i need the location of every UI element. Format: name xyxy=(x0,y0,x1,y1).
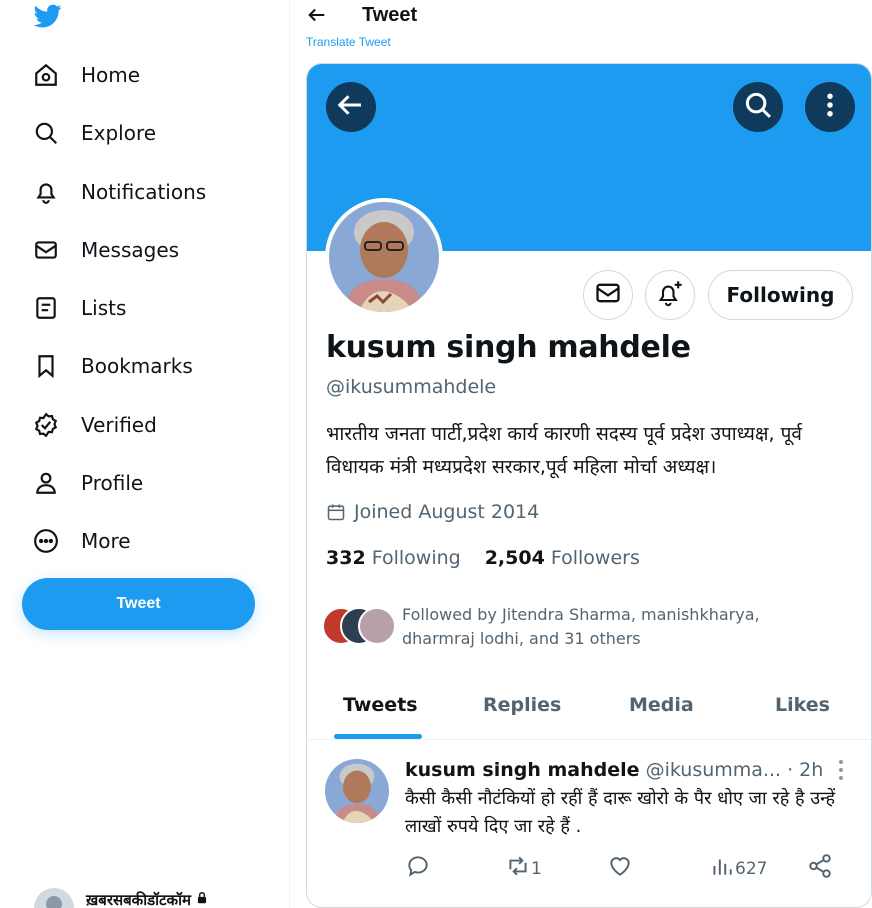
following-button[interactable]: Following xyxy=(708,270,853,320)
calendar-icon xyxy=(326,502,346,522)
profile-avatar[interactable] xyxy=(325,198,443,316)
retweet-icon xyxy=(505,853,531,884)
avatar xyxy=(34,888,74,908)
profile-tabs: Tweets Replies Media Likes xyxy=(307,674,871,740)
heart-icon xyxy=(607,853,633,884)
tab-tweets[interactable]: Tweets xyxy=(343,694,418,716)
tweet-text: कैसी कैसी नौटंकियों हो रहीं हैं दारू खोर… xyxy=(405,788,836,837)
sidebar-item-messages[interactable]: Messages xyxy=(30,230,179,270)
list-icon xyxy=(30,292,62,324)
views-button[interactable]: 627 xyxy=(709,853,767,884)
sidebar-item-profile[interactable]: Profile xyxy=(30,463,143,503)
more-circle-icon xyxy=(30,525,62,557)
followers-count: 2,504 xyxy=(484,547,545,569)
tab-likes[interactable]: Likes xyxy=(775,694,830,716)
back-arrow-icon xyxy=(336,90,366,125)
sidebar-item-label: Explore xyxy=(81,121,157,145)
sidebar-item-home[interactable]: Home xyxy=(30,55,140,95)
avatar xyxy=(358,607,396,645)
following-label: Following xyxy=(371,547,461,569)
sidebar-item-verified[interactable]: Verified xyxy=(30,405,157,445)
sidebar-item-label: More xyxy=(81,529,131,553)
share-button[interactable] xyxy=(807,853,833,884)
avatar[interactable] xyxy=(325,759,389,823)
profile-bio: भारतीय जनता पार्टी,प्रदेश कार्य कारणी सद… xyxy=(326,423,802,478)
lock-icon xyxy=(195,891,209,908)
sidebar-item-label: Profile xyxy=(81,471,144,495)
reply-button[interactable] xyxy=(405,853,431,884)
follow-counts: 332 Following 2,504 Followers xyxy=(326,547,640,569)
account-name: ख़बरसबकीडॉटकॉम xyxy=(86,892,191,908)
tweet-time[interactable]: · 2h xyxy=(787,759,823,781)
reply-icon xyxy=(405,853,431,884)
bell-icon xyxy=(30,176,62,208)
more-vertical-icon xyxy=(815,90,845,125)
tweet-actions: 1 627 xyxy=(405,853,845,883)
envelope-icon xyxy=(30,234,62,266)
envelope-icon xyxy=(594,279,622,312)
retweet-count: 1 xyxy=(531,858,542,879)
account-switcher[interactable]: ख़बरसबकीडॉटकॉम xyxy=(34,888,209,908)
sidebar-item-label: Notifications xyxy=(81,180,207,204)
tab-replies[interactable]: Replies xyxy=(483,694,561,716)
tab-media[interactable]: Media xyxy=(629,694,694,716)
person-icon xyxy=(30,467,62,499)
sidebar-item-label: Messages xyxy=(81,238,180,262)
followed-by[interactable]: Followed by Jitendra Sharma, manishkhary… xyxy=(322,603,802,651)
twitter-bird-icon[interactable] xyxy=(33,2,63,30)
share-icon xyxy=(807,853,833,884)
followers-count-link[interactable]: 2,504 Followers xyxy=(485,547,640,569)
profile-name: kusum singh mahdele xyxy=(326,330,691,365)
profile-photo xyxy=(329,202,439,312)
home-icon xyxy=(30,59,62,91)
verified-badge-icon xyxy=(30,409,62,441)
notify-button[interactable] xyxy=(645,270,695,320)
search-icon xyxy=(743,90,773,125)
following-count-link[interactable]: 332 Following xyxy=(326,547,461,569)
retweet-button[interactable]: 1 xyxy=(505,853,542,884)
sidebar-item-bookmarks[interactable]: Bookmarks xyxy=(30,346,193,386)
profile-screenshot-card: Following kusum singh mahdele @ikusummah… xyxy=(306,63,872,908)
sidebar-item-more[interactable]: More xyxy=(30,521,131,561)
follower-avatars xyxy=(322,603,402,645)
like-button[interactable] xyxy=(607,853,633,884)
search-icon xyxy=(30,117,62,149)
bell-plus-icon xyxy=(656,279,684,312)
more-options-button[interactable] xyxy=(805,82,855,132)
following-count: 332 xyxy=(326,547,366,569)
translate-tweet-link[interactable]: Translate Tweet xyxy=(306,35,391,49)
tweet-author-name[interactable]: kusum singh mahdele xyxy=(405,759,640,781)
sidebar-item-label: Bookmarks xyxy=(81,354,193,378)
bar-chart-icon xyxy=(709,853,735,884)
message-button[interactable] xyxy=(583,270,633,320)
profile-handle: @ikusummahdele xyxy=(326,376,497,398)
tweet-author-handle: @ikusumma... xyxy=(645,759,782,781)
sidebar-item-label: Home xyxy=(81,63,141,87)
page-title: Tweet xyxy=(362,4,418,26)
views-count: 627 xyxy=(735,858,768,879)
tweet-item[interactable]: kusum singh mahdele @ikusumma... · 2h कै… xyxy=(307,741,871,907)
sidebar-item-explore[interactable]: Explore xyxy=(30,113,156,153)
tweet-header: kusum singh mahdele @ikusumma... · 2h xyxy=(405,759,823,781)
joined-date: Joined August 2014 xyxy=(326,501,539,523)
followers-label: Followers xyxy=(550,547,640,569)
joined-text: Joined August 2014 xyxy=(354,501,540,523)
sidebar-item-lists[interactable]: Lists xyxy=(30,288,126,328)
followed-by-text: Followed by Jitendra Sharma, manishkhary… xyxy=(402,605,760,648)
tweet-button[interactable]: Tweet xyxy=(22,578,255,630)
search-button[interactable] xyxy=(733,82,783,132)
sidebar-item-label: Verified xyxy=(81,413,157,437)
sidebar-item-notifications[interactable]: Notifications xyxy=(30,172,206,212)
more-vertical-icon[interactable] xyxy=(837,759,845,786)
left-sidebar: Home Explore Notifications Messages List… xyxy=(0,0,290,908)
active-tab-indicator xyxy=(334,734,422,739)
back-button[interactable] xyxy=(326,82,376,132)
sidebar-item-label: Lists xyxy=(81,296,127,320)
top-bar: Tweet xyxy=(290,0,872,34)
back-arrow-icon[interactable] xyxy=(306,4,328,26)
bookmark-icon xyxy=(30,350,62,382)
